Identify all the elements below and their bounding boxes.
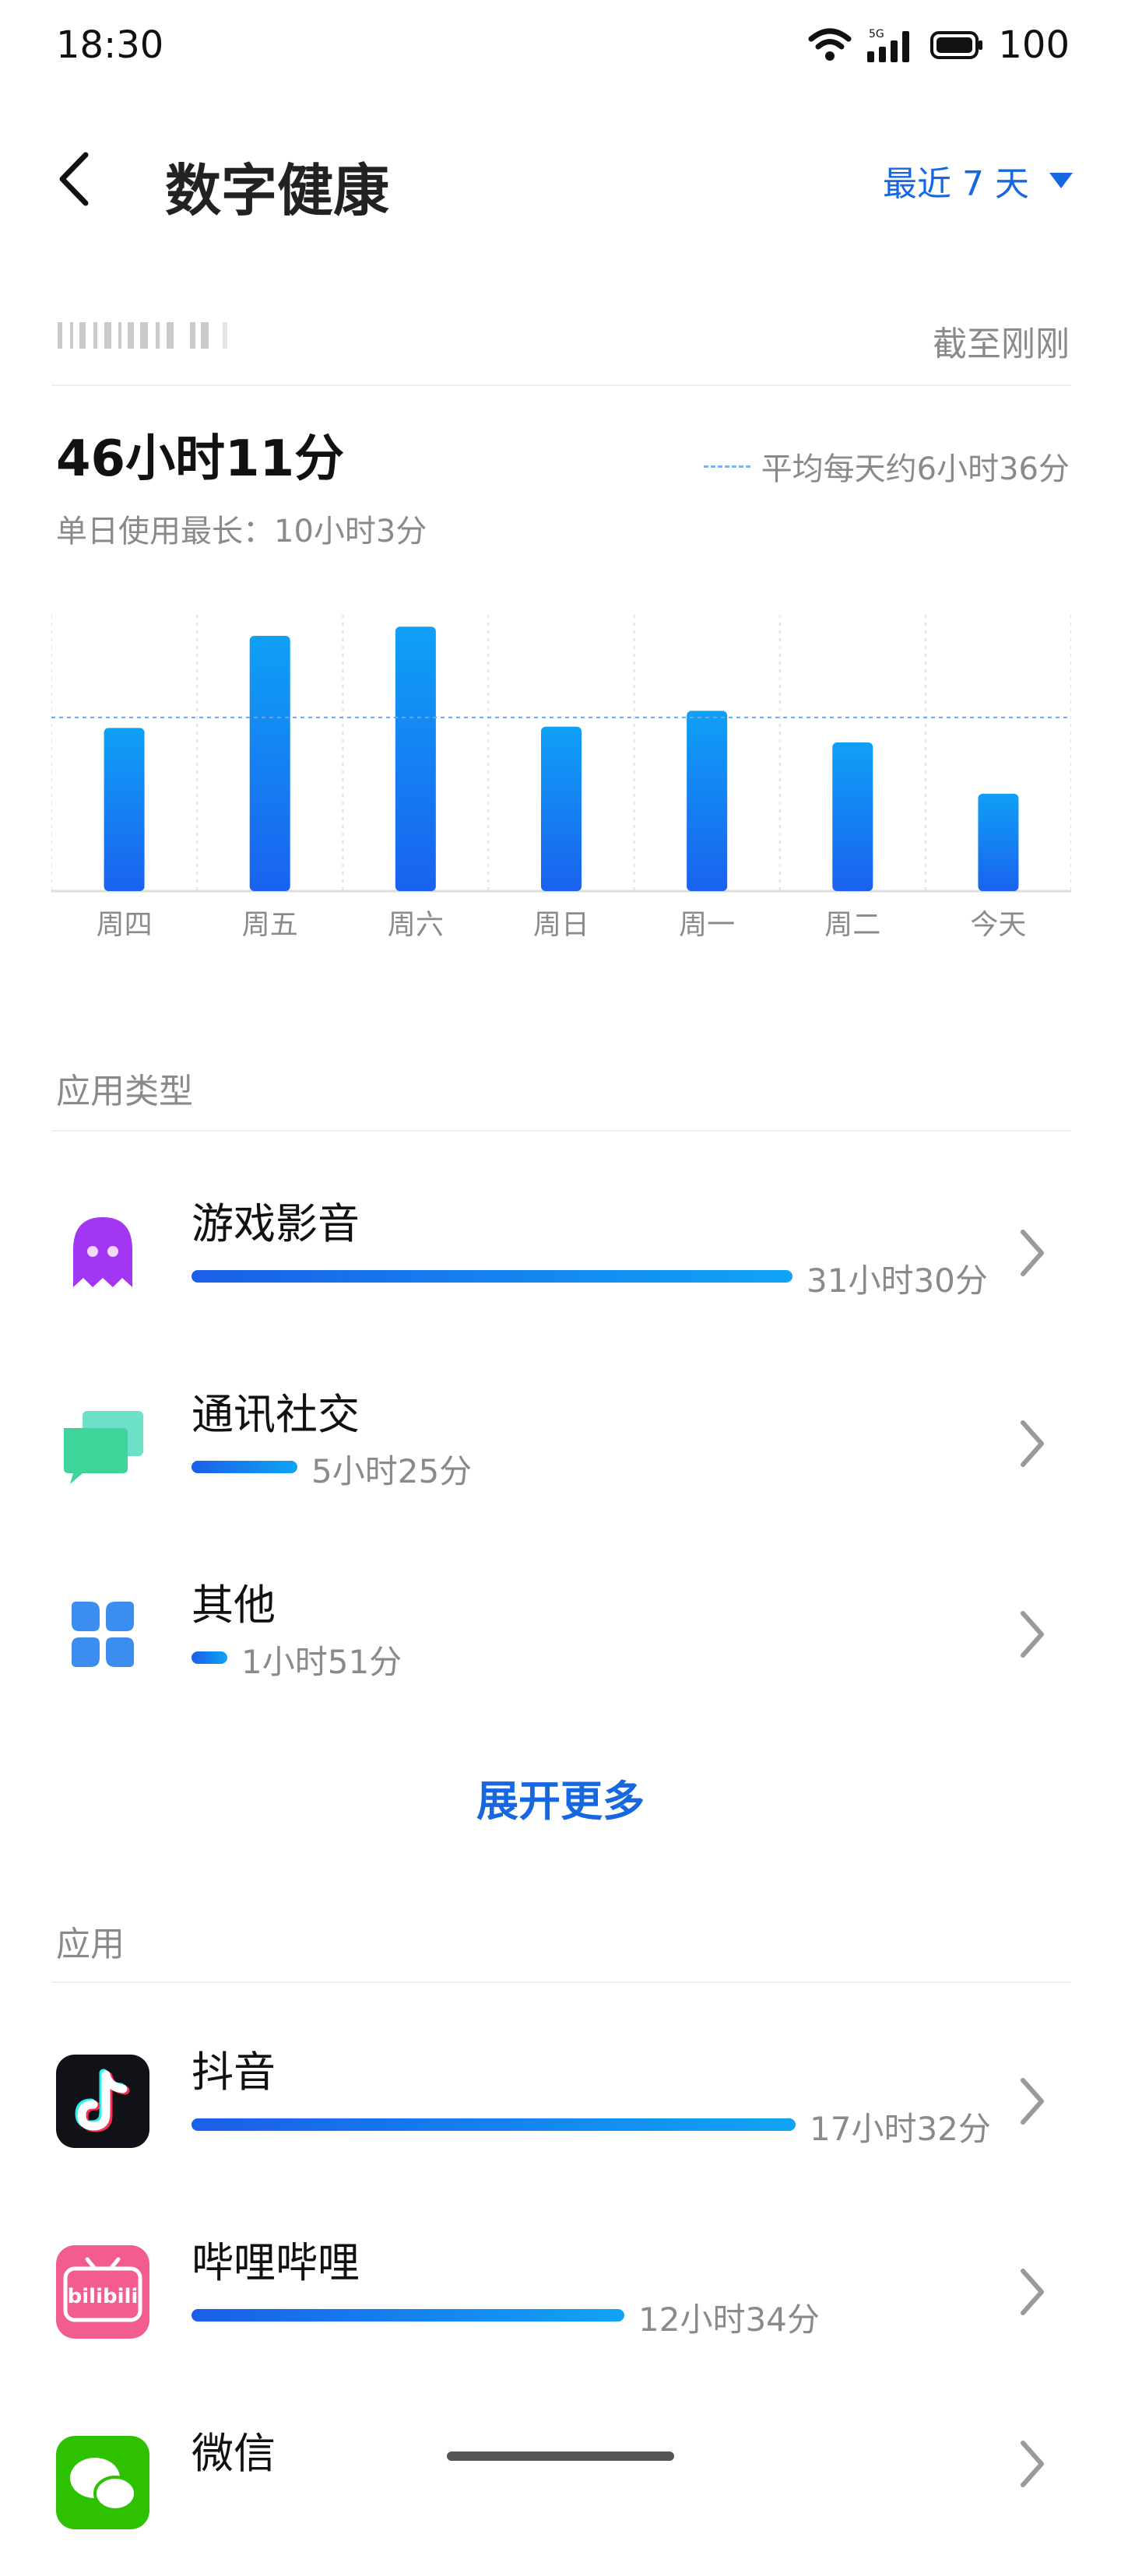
x-tick-label: 今天: [970, 909, 1026, 941]
x-tick-label: 周四: [97, 909, 153, 941]
app-name: 哔哩哔哩: [192, 2238, 360, 2287]
total-usage: 46小时11分: [56, 430, 345, 488]
usage-duration: 5小时25分: [311, 1452, 473, 1490]
divider: [51, 1981, 1071, 1983]
usage-bar: [192, 1270, 792, 1283]
wifi-icon: [808, 28, 852, 61]
chevron-right-icon: [1021, 2269, 1044, 2315]
ghost-icon: [73, 1217, 132, 1287]
wechat-icon: [56, 2436, 149, 2529]
usage-bar: [192, 2309, 624, 2322]
triangle-down-icon: [1049, 173, 1073, 188]
battery-icon: [930, 31, 983, 59]
x-tick-label: 周一: [679, 909, 735, 941]
app-row-wechat[interactable]: 微信: [51, 2389, 1071, 2576]
expand-more-button[interactable]: 展开更多: [0, 1767, 1121, 1828]
app-row-bilibili[interactable]: bilibili 哔哩哔哩 12小时34分: [51, 2199, 1071, 2385]
usage-bar: [192, 1461, 297, 1473]
bar-周五: [249, 636, 290, 891]
chevron-right-icon: [1021, 1611, 1044, 1658]
home-indicator[interactable]: [447, 2451, 674, 2461]
usage-duration: 17小时32分: [810, 2110, 991, 2148]
status-icons: 5G 100: [808, 23, 1070, 67]
category-row-other[interactable]: 其他 1小时51分: [51, 1541, 1071, 1728]
four-petal-icon: [72, 1602, 134, 1667]
average-dash-icon: [703, 465, 750, 468]
bar-周四: [104, 728, 145, 891]
usage-bar: [192, 2118, 796, 2131]
chevron-right-icon: [1021, 2441, 1044, 2487]
cellular-signal-icon: 5G: [867, 28, 910, 62]
divider: [51, 384, 1071, 386]
page-title: 数字健康: [165, 158, 390, 223]
usage-duration: 31小时30分: [806, 1262, 988, 1300]
bar-今天: [978, 793, 1019, 891]
range-label: 最近 7 天: [883, 164, 1029, 204]
x-tick-label: 周日: [533, 909, 589, 941]
app-name: 微信: [192, 2429, 276, 2478]
app-row-douyin[interactable]: 抖音 17小时32分: [51, 2008, 1071, 2195]
divider: [51, 1130, 1071, 1132]
network-type: 5G: [869, 28, 884, 40]
category-section-title: 应用类型: [56, 1072, 193, 1111]
chat-bubbles-icon: [64, 1411, 143, 1484]
usage-bar-chart: 周四 周五 周六 周日 周一 周二 今天: [51, 615, 1071, 941]
blurred-date-range: [58, 322, 227, 349]
chevron-right-icon: [1021, 1230, 1044, 1276]
updated-time: 截至刚刚: [933, 325, 1070, 364]
bar-周六: [395, 626, 436, 891]
range-dropdown[interactable]: 最近 7 天: [883, 156, 1074, 205]
average-label: 平均每天约6小时36分: [761, 451, 1070, 487]
category-name: 游戏影音: [192, 1199, 360, 1248]
average-legend: 平均每天约6小时36分: [703, 444, 1070, 489]
chevron-right-icon: [1021, 1420, 1044, 1467]
x-tick-label: 周二: [824, 909, 880, 941]
bar-周日: [541, 726, 582, 891]
douyin-icon: [56, 2055, 149, 2148]
category-row-games[interactable]: 游戏影音 31小时30分: [51, 1160, 1071, 1346]
bilibili-logo-text: bilibili: [68, 2285, 139, 2308]
max-day-usage: 单日使用最长：10小时3分: [56, 514, 427, 549]
category-name: 通讯社交: [192, 1390, 360, 1439]
back-button[interactable]: [54, 144, 101, 214]
battery-level: 100: [998, 23, 1070, 67]
usage-bar: [192, 1651, 227, 1664]
usage-duration: 1小时51分: [241, 1643, 402, 1681]
bilibili-icon: bilibili: [56, 2245, 149, 2339]
apps-section-title: 应用: [56, 1925, 125, 1964]
bar-周二: [832, 742, 873, 891]
app-name: 抖音: [192, 2048, 276, 2097]
x-tick-label: 周五: [242, 909, 298, 941]
status-time: 18:30: [56, 23, 164, 67]
x-tick-label: 周六: [388, 909, 444, 941]
bar-周一: [687, 711, 728, 891]
category-name: 其他: [192, 1581, 276, 1630]
back-arrow-icon: [59, 152, 89, 206]
chevron-right-icon: [1021, 2078, 1044, 2125]
usage-duration: 12小时34分: [638, 2301, 820, 2339]
category-row-social[interactable]: 通讯社交 5小时25分: [51, 1350, 1071, 1537]
